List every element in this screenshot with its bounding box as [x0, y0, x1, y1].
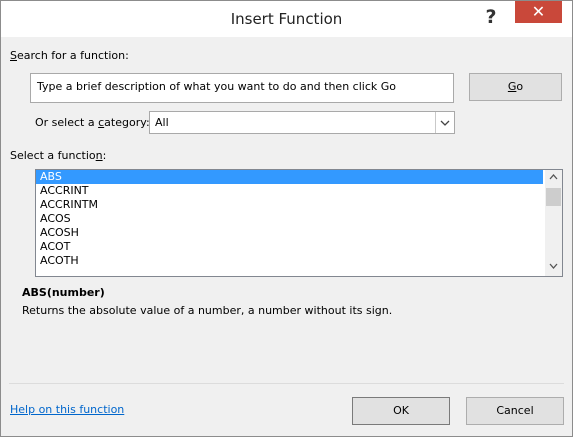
cancel-button[interactable]: Cancel	[466, 397, 564, 425]
list-item[interactable]: ACOSH	[36, 226, 562, 240]
list-item[interactable]: ABS	[36, 170, 543, 184]
list-item[interactable]: ACCRINT	[36, 184, 562, 198]
category-select[interactable]: All	[149, 111, 455, 134]
search-label: Search for a function:	[10, 49, 129, 62]
list-item[interactable]: ACOTH	[36, 254, 562, 268]
search-input[interactable]: Type a brief description of what you wan…	[30, 73, 454, 103]
category-select-value: All	[155, 116, 169, 129]
help-link[interactable]: Help on this function	[10, 403, 124, 416]
function-list-label: Select a function:	[10, 149, 107, 162]
scrollbar-thumb[interactable]	[546, 188, 561, 206]
title-bar: Insert Function ? ✕	[1, 1, 572, 37]
divider	[9, 383, 564, 384]
help-button[interactable]: ?	[480, 5, 502, 29]
scrollbar[interactable]	[545, 170, 562, 276]
list-item[interactable]: ACCRINTM	[36, 198, 562, 212]
category-label: Or select a category:	[35, 116, 150, 129]
function-signature: ABS(number)	[22, 286, 105, 299]
close-button[interactable]: ✕	[515, 1, 562, 23]
chevron-up-icon[interactable]	[545, 170, 562, 187]
insert-function-dialog: Insert Function ? ✕ Search for a functio…	[0, 0, 573, 437]
go-button[interactable]: Go	[469, 73, 562, 101]
list-item[interactable]: ACOS	[36, 212, 562, 226]
search-input-text: Type a brief description of what you wan…	[37, 80, 396, 93]
list-item[interactable]: ACOT	[36, 240, 562, 254]
chevron-down-icon[interactable]	[435, 112, 454, 133]
close-icon: ✕	[531, 2, 546, 21]
ok-button[interactable]: OK	[352, 397, 450, 425]
function-list[interactable]: ABS ACCRINT ACCRINTM ACOS ACOSH ACOT ACO…	[35, 169, 563, 277]
chevron-down-icon[interactable]	[545, 259, 562, 276]
function-description: Returns the absolute value of a number, …	[22, 304, 393, 317]
